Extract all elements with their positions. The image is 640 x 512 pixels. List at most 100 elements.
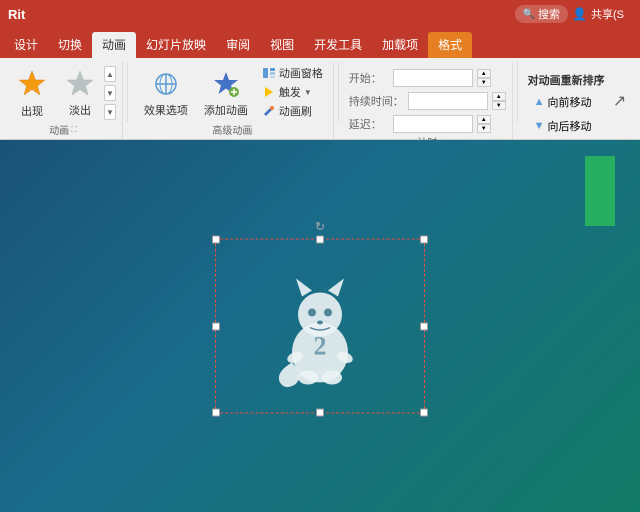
tab-developer[interactable]: 开发工具 — [304, 32, 372, 58]
handle-middle-right[interactable] — [420, 322, 428, 330]
start-spinner-up[interactable]: ▲ — [477, 69, 491, 78]
fade-button[interactable]: 淡出 — [58, 64, 102, 122]
tab-slideshow[interactable]: 幻灯片放映 — [136, 32, 216, 58]
add-animation-icon — [210, 68, 242, 99]
user-icon: 👤 — [572, 7, 587, 21]
tab-addins[interactable]: 加载项 — [372, 32, 428, 58]
start-spinner-down[interactable]: ▼ — [477, 78, 491, 87]
ribbon-group-timing: 开始： ▲ ▼ 持续时间： ▲ ▼ 延迟： ▲ — [343, 62, 513, 139]
delay-spinner-down[interactable]: ▼ — [477, 124, 491, 133]
scroll-up-button[interactable]: ▲ — [104, 66, 116, 82]
tab-transition[interactable]: 切换 — [48, 32, 92, 58]
ribbon-toolbar: 出现 淡出 ▲ ▼ ▼ 动画 ⛶ — [0, 58, 640, 140]
move-back-label: 向后移动 — [547, 118, 591, 134]
timing-duration-label: 持续时间： — [349, 93, 404, 109]
svg-text:2: 2 — [314, 331, 327, 360]
expand-icon[interactable]: ⛶ — [71, 125, 77, 135]
handle-bottom-right[interactable] — [420, 409, 428, 417]
slide-canvas: ↻ — [25, 156, 615, 496]
scroll-expand-button[interactable]: ▼ — [104, 104, 116, 120]
timing-delay-spinner: ▲ ▼ — [477, 115, 491, 133]
advanced-group-label: 高级动画 — [138, 122, 327, 139]
duration-spinner-down[interactable]: ▼ — [492, 101, 506, 110]
fade-label: 淡出 — [69, 102, 91, 118]
timing-start-row: 开始： ▲ ▼ — [349, 68, 491, 88]
animation-pane-button[interactable]: 动画窗格 — [258, 64, 327, 82]
animation-buttons: 出现 淡出 ▲ ▼ ▼ — [10, 64, 116, 122]
timing-delay-label: 延迟： — [349, 116, 389, 132]
selection-box[interactable]: ↻ — [215, 239, 425, 414]
animation-painter-label: 动画刷 — [279, 103, 312, 119]
effects-label: 效果选项 — [144, 102, 188, 118]
handle-top-center[interactable] — [316, 236, 324, 244]
ribbon-group-advanced: 效果选项 添加动画 动画窗格 — [132, 62, 334, 139]
timing-duration-input[interactable] — [408, 92, 488, 110]
reorder-label: 对动画重新排序 — [528, 72, 605, 88]
delay-spinner-up[interactable]: ▲ — [477, 115, 491, 124]
effects-icon — [150, 68, 182, 99]
share-label[interactable]: 共享(S — [591, 6, 624, 22]
scroll-down-button[interactable]: ▼ — [104, 85, 116, 101]
advanced-buttons: 效果选项 添加动画 动画窗格 — [138, 64, 327, 122]
timing-start-input[interactable] — [393, 69, 473, 87]
title-bar: Rit 🔍 搜索 👤 共享(S — [0, 0, 640, 28]
tab-format[interactable]: 格式 — [428, 32, 472, 58]
move-forward-button[interactable]: ▲ 向前移动 — [528, 92, 598, 112]
divider-3 — [517, 62, 518, 122]
trigger-button[interactable]: 触发 ▼ — [258, 83, 327, 101]
tab-review[interactable]: 审阅 — [216, 32, 260, 58]
ribbon-group-animation: 出现 淡出 ▲ ▼ ▼ 动画 ⛶ — [4, 62, 123, 139]
appear-button[interactable]: 出现 — [10, 64, 54, 122]
handle-top-left[interactable] — [212, 236, 220, 244]
animation-group-label: 动画 ⛶ — [10, 122, 116, 139]
divider-2 — [338, 62, 339, 122]
tab-design[interactable]: 设计 — [4, 32, 48, 58]
handle-bottom-center[interactable] — [316, 409, 324, 417]
trigger-arrow: ▼ — [304, 88, 312, 97]
timing-start-spinner: ▲ ▼ — [477, 69, 491, 87]
trigger-icon — [262, 85, 276, 99]
timing-duration-spinner: ▲ ▼ — [492, 92, 506, 110]
add-animation-button[interactable]: 添加动画 — [198, 64, 254, 122]
appear-icon — [16, 68, 48, 100]
search-label: 搜索 — [538, 6, 560, 22]
move-forward-label: 向前移动 — [547, 94, 591, 110]
move-back-icon: ▼ — [534, 120, 545, 132]
handle-middle-left[interactable] — [212, 322, 220, 330]
timing-start-label: 开始： — [349, 70, 389, 86]
animation-scroll: ▲ ▼ ▼ — [104, 64, 116, 122]
slide-area[interactable]: ↻ — [0, 140, 640, 512]
timing-delay-row: 延迟： ▲ ▼ — [349, 114, 491, 134]
move-forward-icon: ▲ — [534, 96, 545, 108]
ribbon-tabs: 设计 切换 动画 幻灯片放映 审阅 视图 开发工具 加载项 格式 — [0, 28, 640, 58]
reorder-buttons: 对动画重新排序 ▲ 向前移动 ▼ 向后移动 — [528, 64, 605, 139]
divider-1 — [127, 62, 128, 122]
green-rectangle — [585, 156, 615, 226]
cursor-pointer: ↖ — [613, 91, 626, 111]
animation-pane-icon — [262, 66, 276, 80]
timing-fields: 开始： ▲ ▼ 持续时间： ▲ ▼ 延迟： ▲ — [349, 64, 506, 134]
timing-delay-input[interactable] — [393, 115, 473, 133]
move-back-button[interactable]: ▼ 向后移动 — [528, 116, 598, 136]
tab-animation[interactable]: 动画 — [92, 32, 136, 58]
cursor-area: ↖ — [613, 62, 636, 139]
advanced-small-buttons: 动画窗格 触发 ▼ 动画刷 — [258, 64, 327, 120]
appear-label: 出现 — [21, 103, 43, 119]
handle-bottom-left[interactable] — [212, 409, 220, 417]
fade-icon — [64, 68, 96, 99]
add-animation-label: 添加动画 — [204, 102, 248, 118]
duration-spinner-up[interactable]: ▲ — [492, 92, 506, 101]
rotation-handle[interactable]: ↻ — [313, 220, 327, 234]
search-box[interactable]: 🔍 搜索 — [515, 5, 568, 23]
app-title: Rit — [8, 7, 25, 22]
animation-pane-label: 动画窗格 — [279, 65, 323, 81]
trigger-label: 触发 — [279, 84, 301, 100]
ribbon-group-reorder: 对动画重新排序 ▲ 向前移动 ▼ 向后移动 — [522, 62, 611, 139]
tab-view[interactable]: 视图 — [260, 32, 304, 58]
title-right-area: 🔍 搜索 👤 共享(S — [515, 5, 632, 23]
animation-painter-icon — [262, 104, 276, 118]
handle-top-right[interactable] — [420, 236, 428, 244]
animation-painter-button[interactable]: 动画刷 — [258, 102, 327, 120]
effects-button[interactable]: 效果选项 — [138, 64, 194, 122]
search-icon: 🔍 — [523, 9, 535, 20]
